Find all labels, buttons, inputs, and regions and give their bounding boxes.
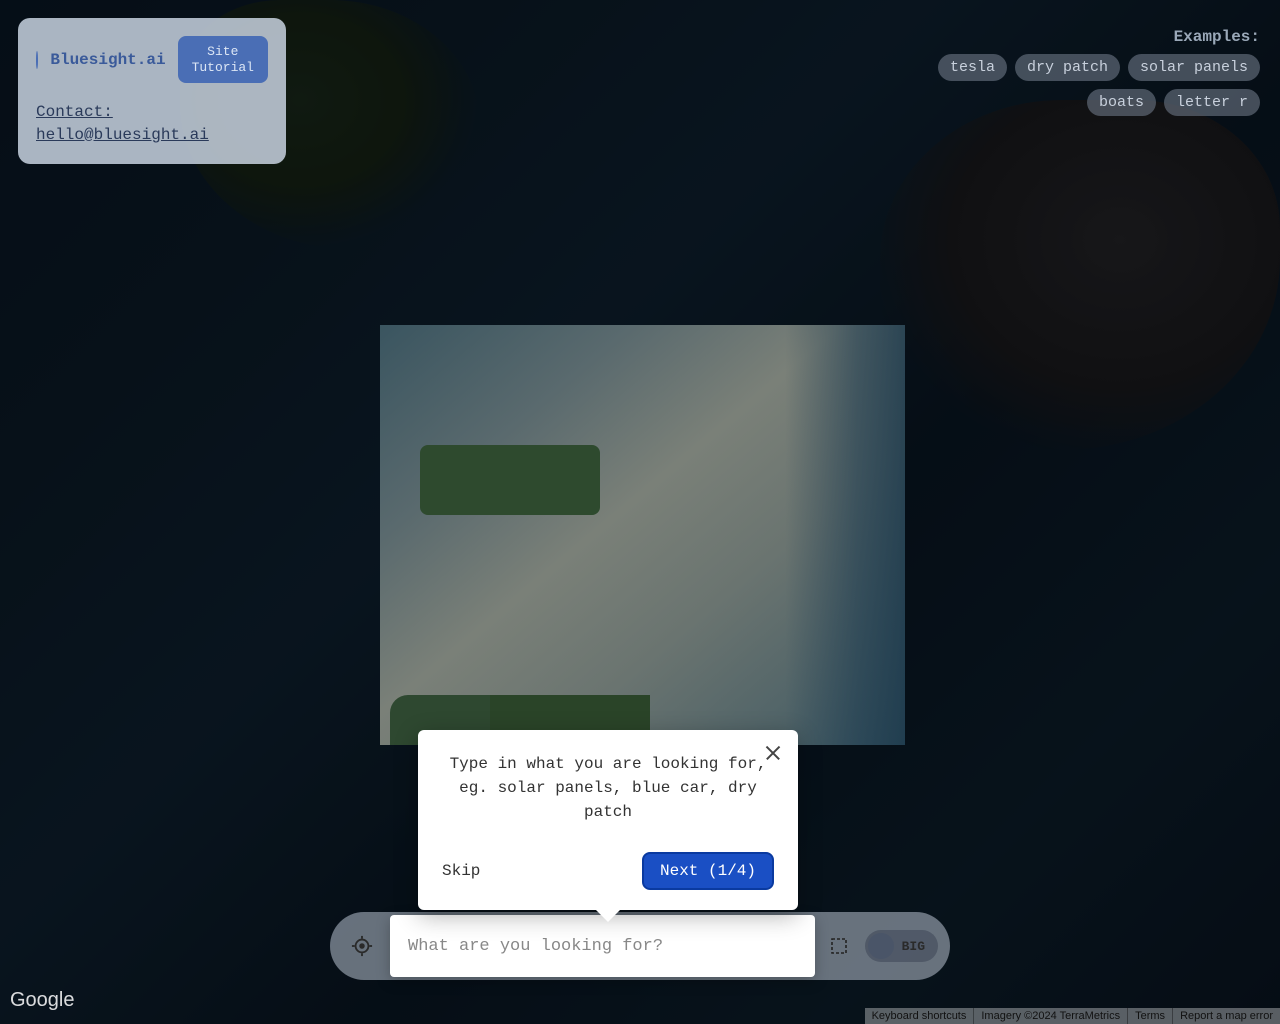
tooltip-arrow-icon <box>594 908 622 922</box>
brand-logo-dot <box>36 51 38 69</box>
map-attribution-bar: Keyboard shortcuts Imagery ©2024 TerraMe… <box>865 1008 1280 1024</box>
brand-card: Bluesight.ai Site Tutorial Contact: hell… <box>18 18 286 164</box>
map-highlight-region <box>380 325 905 745</box>
close-icon[interactable] <box>764 744 782 762</box>
google-logo: Google <box>10 989 75 1012</box>
tutorial-tooltip: Type in what you are looking for, eg. so… <box>418 730 798 910</box>
skip-button[interactable]: Skip <box>442 862 480 880</box>
example-chip[interactable]: dry patch <box>1015 54 1120 81</box>
region-select-button[interactable] <box>823 930 855 962</box>
search-input[interactable] <box>408 937 797 956</box>
contact-email: hello@bluesight.ai <box>36 126 209 144</box>
toggle-label: BIG <box>894 939 935 954</box>
keyboard-shortcuts-link[interactable]: Keyboard shortcuts <box>865 1008 974 1024</box>
brand-name: Bluesight.ai <box>50 51 165 69</box>
toggle-knob <box>868 933 894 959</box>
bounding-box-icon <box>829 936 849 956</box>
size-toggle[interactable]: BIG <box>865 930 938 962</box>
examples-panel: Examples: tesla dry patch solar panels b… <box>938 28 1260 124</box>
example-chip[interactable]: letter r <box>1164 89 1260 116</box>
search-input-container <box>390 915 815 977</box>
report-error-link[interactable]: Report a map error <box>1172 1008 1280 1024</box>
example-chip[interactable]: solar panels <box>1128 54 1260 81</box>
example-chip[interactable]: boats <box>1087 89 1156 116</box>
crosshair-icon <box>351 935 373 957</box>
next-button[interactable]: Next (1/4) <box>642 852 774 890</box>
examples-label: Examples: <box>938 28 1260 46</box>
search-bar: BIG <box>330 912 950 980</box>
site-tutorial-button[interactable]: Site Tutorial <box>178 36 268 83</box>
example-chip[interactable]: tesla <box>938 54 1007 81</box>
contact-link[interactable]: Contact: hello@bluesight.ai <box>36 101 268 146</box>
imagery-copyright: Imagery ©2024 TerraMetrics <box>973 1008 1127 1024</box>
tutorial-text: Type in what you are looking for, eg. so… <box>442 752 774 824</box>
locate-button[interactable] <box>342 926 382 966</box>
contact-label: Contact: <box>36 103 113 121</box>
terms-link[interactable]: Terms <box>1127 1008 1172 1024</box>
